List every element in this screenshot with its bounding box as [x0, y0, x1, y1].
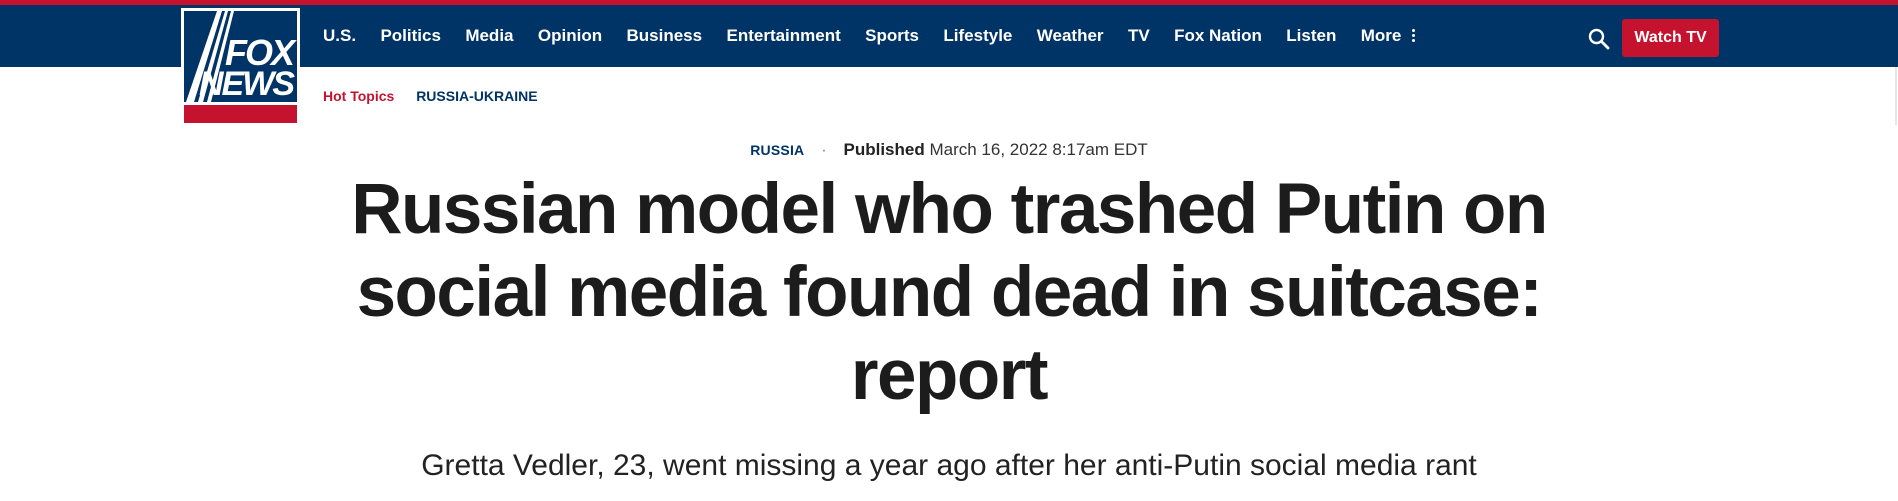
- nav-item-more-label: More: [1360, 26, 1402, 45]
- article-subheadline: Gretta Vedler, 23, went missing a year a…: [421, 449, 1477, 482]
- nav-item-politics[interactable]: Politics: [380, 26, 440, 46]
- nav-item-more[interactable]: More: [1360, 26, 1416, 46]
- nav-item-listen[interactable]: Listen: [1286, 26, 1336, 46]
- nav-item-tv[interactable]: TV: [1128, 26, 1150, 46]
- nav-item-lifestyle[interactable]: Lifestyle: [943, 26, 1012, 46]
- nav-item-media[interactable]: Media: [465, 26, 513, 46]
- nav-item-us[interactable]: U.S.: [323, 26, 356, 46]
- meta-separator: ·: [821, 140, 827, 159]
- search-icon[interactable]: [1587, 27, 1611, 51]
- nav-links: U.S. Politics Media Opinion Business Ent…: [323, 5, 1440, 67]
- watch-tv-button[interactable]: Watch TV: [1622, 19, 1719, 57]
- logo-blue-field: FOX NEWS: [184, 11, 297, 102]
- nav-item-business[interactable]: Business: [627, 26, 703, 46]
- logo-news-text: NEWS: [199, 65, 295, 102]
- article-meta: RUSSIA · Published March 16, 2022 8:17am…: [0, 140, 1898, 160]
- vertical-dots-icon: [1411, 28, 1416, 43]
- article-headline: Russian model who trashed Putin on socia…: [351, 170, 1548, 415]
- article-category-link[interactable]: RUSSIA: [750, 142, 804, 158]
- right-divider: [1895, 67, 1897, 125]
- hot-topic-russia-ukraine[interactable]: RUSSIA-UKRAINE: [416, 88, 537, 104]
- nav-item-fox-nation[interactable]: Fox Nation: [1174, 26, 1262, 46]
- nav-item-opinion[interactable]: Opinion: [538, 26, 602, 46]
- nav-item-weather[interactable]: Weather: [1037, 26, 1104, 46]
- logo-red-band: [184, 105, 297, 123]
- nav-item-entertainment[interactable]: Entertainment: [726, 26, 840, 46]
- nav-item-sports[interactable]: Sports: [865, 26, 919, 46]
- fox-news-logo[interactable]: FOX NEWS: [181, 8, 300, 123]
- published-label: Published: [843, 140, 925, 159]
- hot-topics-label: Hot Topics: [323, 88, 395, 104]
- hot-topics-bar: Hot Topics RUSSIA-UKRAINE: [323, 88, 538, 104]
- published-date: March 16, 2022 8:17am EDT: [929, 140, 1148, 159]
